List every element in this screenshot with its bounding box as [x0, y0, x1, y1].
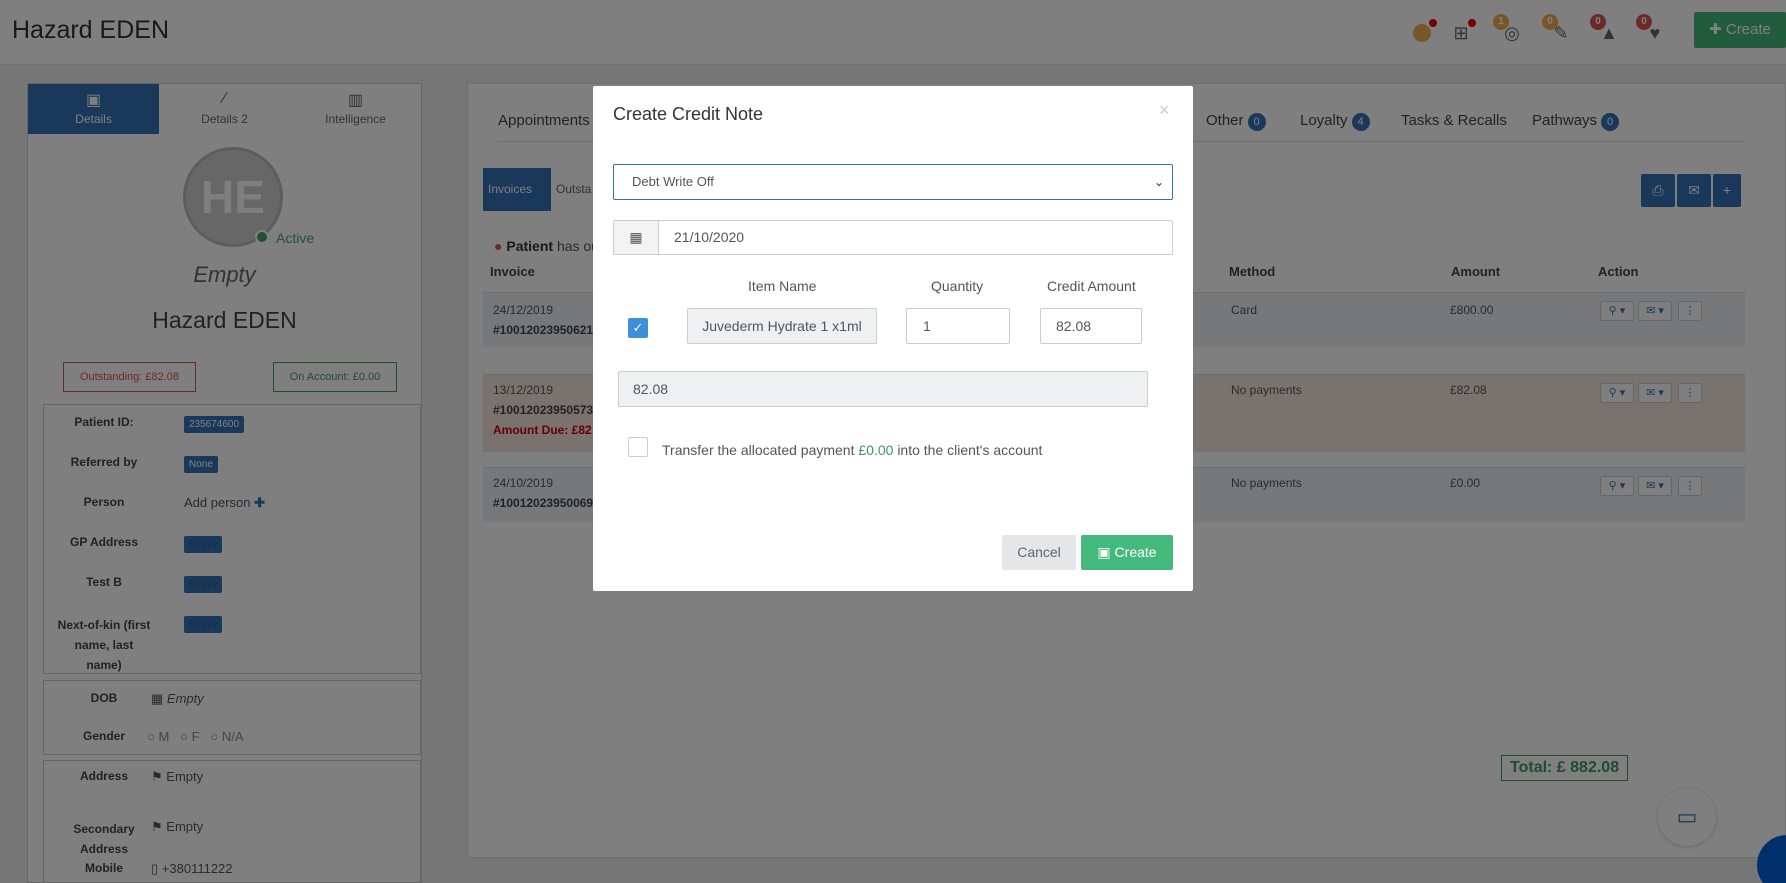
cancel-button[interactable]: Cancel	[1002, 535, 1076, 570]
close-icon[interactable]: ×	[1159, 100, 1170, 121]
date-field[interactable]: ▦ 21/10/2020	[613, 220, 1173, 255]
create-credit-note-button[interactable]: ▣ Create	[1081, 535, 1173, 570]
check-icon: ✓	[632, 320, 644, 335]
item-name-field: Juvederm Hydrate 1 x1ml	[687, 308, 877, 344]
credit-amount-input[interactable]: 82.08	[1040, 308, 1142, 344]
modal-title: Create Credit Note	[613, 104, 764, 124]
reason-value: Debt Write Off	[632, 174, 714, 189]
quantity-header: Quantity	[931, 278, 984, 294]
item-checkbox[interactable]: ✓	[628, 318, 648, 338]
chevron-down-icon: ⌄	[1153, 175, 1164, 189]
create-credit-note-modal: Create Credit Note × Debt Write Off ⌄ ▦ …	[593, 86, 1193, 591]
credit-total-field: 82.08	[618, 371, 1148, 407]
quantity-input[interactable]: 1	[906, 308, 1010, 344]
date-value: 21/10/2020	[674, 229, 745, 245]
transfer-checkbox[interactable]	[628, 437, 648, 457]
item-name-header: Item Name	[748, 278, 817, 294]
transfer-label: Transfer the allocated payment £0.00 int…	[662, 442, 1043, 458]
credit-amount-header: Credit Amount	[1047, 278, 1136, 294]
reason-select[interactable]: Debt Write Off ⌄	[613, 164, 1173, 200]
id-card-icon: ▣	[1097, 544, 1111, 560]
calendar-icon[interactable]: ▦	[614, 221, 659, 254]
